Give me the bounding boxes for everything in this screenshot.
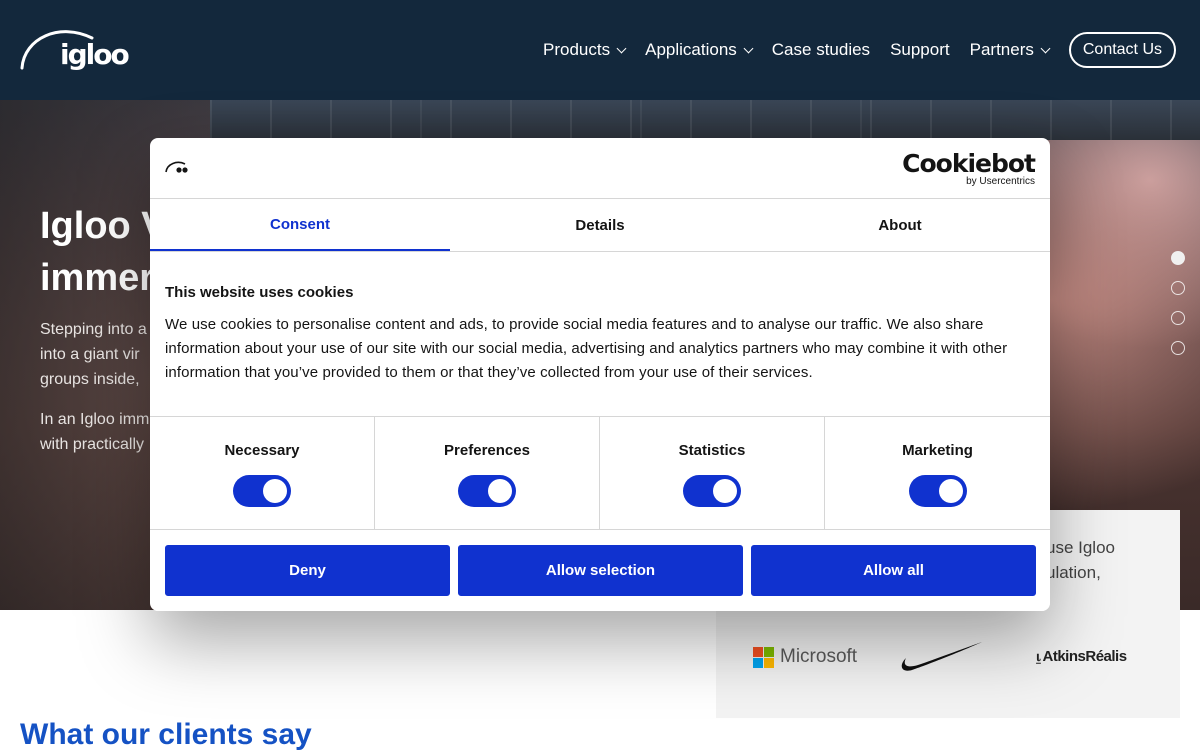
category-necessary: Necessary (150, 417, 375, 529)
tab-about[interactable]: About (750, 199, 1050, 251)
category-marketing: Marketing (825, 417, 1050, 529)
menu-item-partners[interactable]: Partners (969, 40, 1051, 60)
slider-dot[interactable] (1171, 311, 1185, 325)
dialog-heading: This website uses cookies (165, 284, 354, 301)
menu-item-label: Partners (969, 40, 1034, 59)
category-label: Marketing (902, 442, 973, 459)
cookie-consent-dialog: Cookiebot by Usercentrics Consent Detail… (150, 138, 1050, 611)
menu-item-case-studies[interactable]: Case studies (772, 40, 870, 60)
menu-item-support[interactable]: Support (890, 40, 950, 60)
cookiebot-wordmark: Cookiebot (902, 149, 1036, 178)
menu-item-label: Case studies (771, 40, 871, 59)
toggle-knob (263, 479, 287, 503)
dialog-text: We use cookies to personalise content an… (165, 316, 1008, 381)
main-menu: Products Applications Case studies Suppo… (523, 32, 1176, 68)
igloo-logo[interactable]: igloo (20, 24, 130, 74)
microsoft-wordmark: Microsoft (780, 646, 858, 667)
menu-item-label: Applications (645, 40, 737, 59)
slider-dot[interactable] (1171, 251, 1185, 265)
necessary-toggle[interactable] (233, 475, 291, 507)
cookiebot-subtitle: by Usercentrics (966, 176, 1035, 187)
contact-us-button[interactable]: Contact Us (1068, 32, 1176, 68)
category-label: Necessary (224, 442, 300, 459)
tab-details[interactable]: Details (450, 199, 750, 251)
preferences-toggle[interactable] (458, 475, 516, 507)
category-preferences: Preferences (375, 417, 600, 529)
dialog-body: This website uses cookies We use cookies… (165, 284, 1040, 385)
top-navigation: igloo Products Applications Case studies… (0, 0, 1200, 100)
slider-dots (1171, 251, 1185, 371)
slider-dot[interactable] (1171, 341, 1185, 355)
deny-button[interactable]: Deny (165, 545, 450, 596)
toggle-knob (488, 479, 512, 503)
chevron-down-icon (743, 43, 754, 53)
dialog-tabs: Consent Details About (150, 199, 1050, 252)
microsoft-logo: Microsoft (753, 646, 857, 668)
category-label: Preferences (444, 442, 530, 459)
marketing-toggle[interactable] (908, 475, 967, 507)
category-statistics: Statistics (600, 417, 825, 529)
menu-item-products[interactable]: Products (543, 40, 627, 60)
chevron-down-icon (616, 43, 627, 53)
nike-swoosh-icon (900, 640, 984, 677)
slider-dot[interactable] (1171, 281, 1185, 295)
statistics-toggle[interactable] (683, 475, 741, 507)
atkins-symbol-icon: ⍸ (1034, 648, 1043, 665)
testimonials-heading: What our clients say (20, 718, 312, 750)
cookiebot-logo: Cookiebot by Usercentrics (902, 149, 1036, 187)
logo-text: igloo (60, 38, 130, 71)
hero-ceiling (210, 100, 1200, 140)
menu-item-label: Products (543, 40, 611, 59)
menu-item-label: Support (890, 40, 950, 59)
category-label: Statistics (678, 442, 746, 459)
dialog-header: Cookiebot by Usercentrics (150, 138, 1050, 199)
igloo-small-logo (165, 160, 191, 179)
cookie-categories: Necessary Preferences Statistics Marketi… (150, 416, 1050, 530)
tab-consent[interactable]: Consent (150, 199, 450, 251)
atkins-wordmark: AtkinsRéalis (1042, 648, 1128, 665)
dialog-buttons: Deny Allow selection Allow all (165, 545, 1036, 596)
microsoft-grid-icon (753, 646, 774, 668)
allow-selection-button[interactable]: Allow selection (458, 545, 743, 596)
menu-item-applications[interactable]: Applications (645, 40, 754, 60)
allow-all-button[interactable]: Allow all (751, 545, 1036, 596)
chevron-down-icon (1040, 43, 1051, 53)
atkins-logo: ⍸AtkinsRéalis (1034, 648, 1127, 665)
toggle-knob (938, 479, 963, 503)
toggle-knob (713, 479, 737, 503)
